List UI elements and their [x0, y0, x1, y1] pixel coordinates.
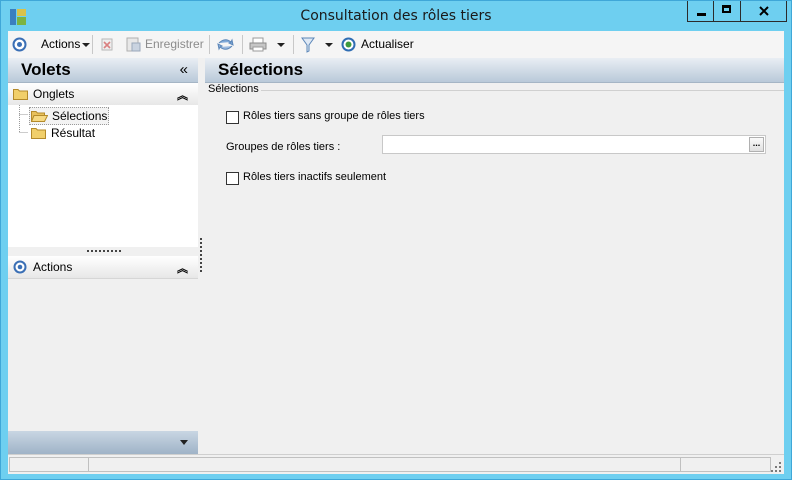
status-cell [681, 457, 771, 472]
maximize-icon [722, 5, 731, 13]
browse-button[interactable]: ... [749, 137, 764, 152]
toolbar-separator [293, 35, 294, 54]
toolbar: Actions Enregistrer Actualiser [8, 31, 784, 59]
minimize-button[interactable] [687, 1, 714, 22]
title-bar[interactable]: Consultation des rôles tiers [1, 1, 791, 31]
status-cell [89, 457, 681, 472]
panel-footer[interactable] [8, 431, 198, 454]
refresh-icon [341, 37, 356, 52]
refresh-button[interactable]: Actualiser [341, 31, 414, 58]
selections-header: Sélections [205, 58, 784, 83]
folder-icon [13, 89, 28, 100]
volets-header: Volets « [8, 58, 198, 83]
volets-title: Volets [21, 60, 71, 79]
group-label: Sélections [208, 83, 261, 95]
inactive-checkbox[interactable] [226, 172, 239, 185]
close-button[interactable] [741, 1, 787, 22]
close-icon [759, 6, 769, 16]
tree-item-selections[interactable]: Sélections [29, 107, 109, 125]
collapse-section-icon[interactable]: ︽ [177, 87, 188, 103]
inactive-checkbox-label: Rôles tiers inactifs seulement [243, 171, 387, 183]
minimize-icon [697, 13, 706, 16]
collapse-section-icon[interactable]: ︽ [177, 260, 188, 276]
tree-item-label: Sélections [52, 109, 108, 123]
groups-field-label: Groupes de rôles tiers : [226, 141, 341, 153]
resize-grip-icon[interactable] [771, 462, 781, 472]
filter-icon [301, 37, 315, 53]
toolbar-separator [242, 35, 243, 54]
chevron-down-icon [82, 42, 91, 47]
filter-button[interactable] [301, 31, 333, 58]
actions-menu-label: Actions [41, 37, 81, 51]
save-button[interactable]: Enregistrer [126, 31, 204, 58]
actions-section-label: Actions [33, 260, 73, 274]
vertical-splitter-grip[interactable] [200, 238, 204, 272]
print-icon [249, 37, 267, 52]
refresh-label: Actualiser [361, 37, 414, 51]
collapse-panel-icon[interactable]: « [180, 61, 188, 78]
open-folder-icon [31, 111, 48, 122]
toolbar-separator [92, 35, 93, 54]
groups-input[interactable]: ... [382, 135, 766, 154]
chevron-down-icon [325, 42, 333, 47]
right-panel: Sélections Sélections Rôles tiers sans g… [205, 58, 784, 454]
actions-menu-button[interactable]: Actions [41, 31, 91, 58]
print-button[interactable] [249, 31, 285, 58]
actions-circle-icon[interactable] [12, 37, 27, 52]
maximize-button[interactable] [714, 1, 741, 22]
app-icon [10, 9, 26, 25]
actions-circle-icon [13, 260, 27, 274]
application-window: Consultation des rôles tiers Actions Enr… [0, 0, 792, 480]
left-panel: Volets « Onglets ︽ Sélections Résultat A… [8, 58, 198, 454]
chevron-down-icon [180, 440, 188, 445]
save-label: Enregistrer [145, 37, 204, 51]
window-title: Consultation des rôles tiers [300, 8, 492, 24]
tree-item-label: Résultat [51, 126, 96, 140]
save-icon [126, 37, 141, 52]
horizontal-splitter-grip[interactable] [87, 250, 121, 254]
tree-item-resultat[interactable]: Résultat [30, 125, 108, 141]
client-area: Volets « Onglets ︽ Sélections Résultat A… [8, 58, 784, 454]
tabs-tree: Sélections Résultat [8, 105, 198, 247]
no-group-checkbox-label: Rôles tiers sans groupe de rôles tiers [243, 110, 425, 122]
delete-icon[interactable] [101, 38, 113, 51]
status-bar [8, 454, 784, 474]
no-group-checkbox[interactable] [226, 111, 239, 124]
toolbar-separator [209, 35, 210, 54]
selections-title: Sélections [218, 60, 304, 79]
status-cell [9, 457, 89, 472]
sync-icon[interactable] [217, 36, 234, 53]
actions-section-header[interactable]: Actions ︽ [8, 256, 198, 279]
onglets-section-header[interactable]: Onglets ︽ [8, 83, 198, 106]
group-border [261, 90, 784, 91]
chevron-down-icon [277, 42, 285, 47]
onglets-label: Onglets [33, 87, 75, 101]
folder-icon [31, 128, 46, 139]
